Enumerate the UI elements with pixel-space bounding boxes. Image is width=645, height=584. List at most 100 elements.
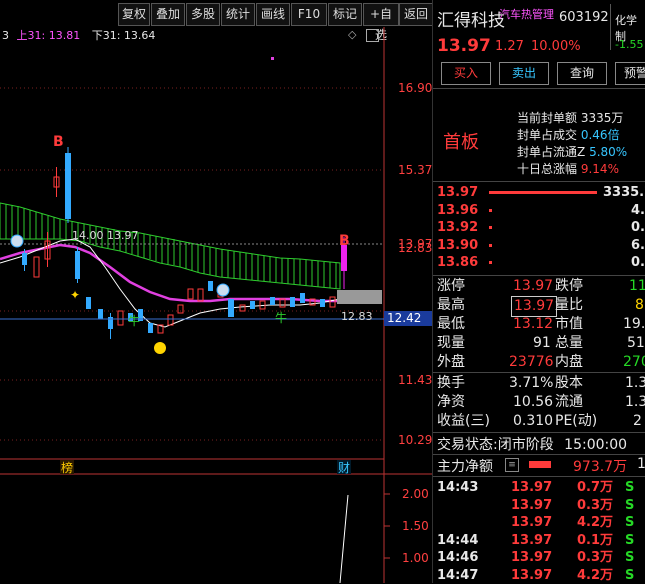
sub-indicator-line — [340, 495, 348, 583]
candle — [34, 257, 39, 277]
candle — [270, 297, 275, 305]
sub-label-3: 1.00 — [402, 551, 429, 565]
quote-row: 涨停 13.97 跌停 11 — [433, 277, 645, 296]
bull-icon-2: 牛 — [128, 313, 140, 328]
candle — [300, 293, 305, 303]
small-ma-label: 12.83 — [341, 310, 373, 323]
order-book-row: 13.90 6.7 — [433, 237, 645, 255]
tick-row: 14:46 13.97 0.3万 S — [433, 549, 645, 567]
candles — [22, 147, 347, 339]
tick-row: 14:47 13.97 4.2万 S — [433, 567, 645, 584]
main-flow-row[interactable]: 主力净额 ≡ 973.7万 1 — [433, 456, 645, 476]
toolbar-button-back[interactable]: 返回 — [399, 3, 433, 26]
bull-icon: 牛 — [275, 310, 287, 325]
board-stat-row: 封单占成交 0.46倍 — [517, 127, 627, 144]
price-change: 1.27 — [495, 39, 524, 54]
trade-status-time: 15:00:00 — [564, 437, 627, 453]
list-icon[interactable]: ≡ — [505, 458, 519, 472]
right-panel: 汇得科技 汽车热管理 603192 化学制 -1.55 13.97 1.27 1… — [432, 0, 645, 583]
candle — [208, 281, 213, 291]
candle — [178, 305, 183, 313]
ma-mid-label: 14.00 13.97 — [72, 229, 138, 242]
current-price: 13.97 — [437, 36, 491, 56]
main-flow-tail: 1 — [637, 456, 645, 472]
toolbar-button-f10[interactable]: F10 — [291, 3, 327, 26]
candle — [290, 297, 295, 307]
tick-list: 14:43 13.97 0.7万 S 13.97 0.3万 S 13.97 4.… — [433, 479, 645, 584]
tick-row: 14:43 13.97 0.7万 S — [433, 479, 645, 497]
toolbar-button-mark[interactable]: 标记 — [328, 3, 362, 26]
smile-icon — [154, 342, 166, 354]
y-label-5: 11.43 — [398, 373, 432, 387]
ma-line-magenta — [0, 245, 340, 301]
trade-status-value: 闭市阶段 — [498, 437, 554, 453]
trade-status-label: 交易状态: — [437, 437, 498, 453]
order-book-row: 13.96 4.9 — [433, 202, 645, 220]
candle — [98, 309, 103, 319]
face-icon — [217, 284, 229, 296]
quote-row: 最低 13.12 市值 19. — [433, 315, 645, 334]
quote-row: 净资 10.56 流通 1.3 — [433, 393, 645, 412]
dot-marker — [271, 57, 274, 60]
candle — [240, 305, 245, 311]
price-change-pct: 10.00% — [531, 39, 581, 54]
toolbar-button-stats[interactable]: 统计 — [221, 3, 255, 26]
query-button[interactable]: 查询 — [557, 62, 607, 85]
board-stat-row: 当前封单额 3335万 — [517, 110, 627, 127]
tick-row: 13.97 4.2万 S — [433, 514, 645, 532]
toolbar-button-multi[interactable]: 多股 — [186, 3, 220, 26]
buy-marker-b: B — [53, 134, 64, 150]
candle — [148, 323, 153, 333]
butterfly-icon: ✦ — [70, 288, 80, 302]
candle — [250, 301, 255, 309]
quote-row: 最高 13.97 量比 8 — [433, 296, 645, 315]
candle — [188, 289, 193, 299]
tick-row: 13.97 0.3万 S — [433, 497, 645, 515]
price-row: 13.97 1.27 10.00% — [433, 36, 645, 58]
y-label-1: 16.90 — [398, 81, 432, 95]
y-label-6: 10.29 — [398, 433, 432, 447]
price-box — [337, 290, 382, 304]
buy-button[interactable]: 买入 — [441, 62, 491, 85]
alert-button[interactable]: 预警 — [615, 62, 645, 85]
stock-name: 汇得科技 — [437, 6, 505, 31]
stock-concept[interactable]: 汽车热管理 — [499, 6, 554, 22]
sell-button[interactable]: 卖出 — [499, 62, 549, 85]
candle — [118, 311, 123, 325]
candle — [198, 289, 203, 301]
order-book-row: 13.86 0.4 — [433, 254, 645, 272]
board-stat-row: 十日总涨幅 9.14% — [517, 161, 627, 178]
chart-toolbar: 复权 叠加 多股 统计 画线 F10 标记 +自选 返回 — [0, 0, 432, 27]
order-book: 13.97 3335.7 13.96 4.9 13.92 0.3 13.90 6… — [433, 184, 645, 272]
kline-chart[interactable]: 16.90 15.37 13.97 11.43 10.29 — [0, 27, 432, 583]
main-flow-bar — [529, 461, 551, 468]
board-stats: 当前封单额 3335万 封单占成交 0.46倍 封单占流通Z 5.80% 十日总… — [517, 110, 627, 178]
stock-header: 汇得科技 汽车热管理 603192 化学制 -1.55 — [433, 4, 645, 32]
main-flow-value: 973.7万 — [573, 456, 627, 476]
bottom-tag-right: 财 — [338, 461, 350, 475]
bottom-tag-left: 榜 — [61, 460, 73, 475]
candle — [228, 299, 234, 317]
order-book-row: 13.92 0.3 — [433, 219, 645, 237]
quote-row: 外盘 23776 内盘 270 — [433, 353, 645, 372]
quote-grid: 涨停 13.97 跌停 11 最高 13.97 量比 8 最低 13.12 市值… — [433, 277, 645, 372]
quote-grid-2: 换手 3.71% 股本 1.3 净资 10.56 流通 1.3 收益(三) 0.… — [433, 374, 645, 431]
toolbar-button-add-favorite[interactable]: +自选 — [363, 3, 399, 26]
quote-row: 换手 3.71% 股本 1.3 — [433, 374, 645, 393]
board-stat-row: 封单占流通Z 5.80% — [517, 144, 627, 161]
y-label-4: 12.83 — [398, 241, 432, 255]
toolbar-button-draw[interactable]: 画线 — [256, 3, 290, 26]
ma-line-white — [0, 239, 340, 327]
order-book-row: 13.97 3335.7 — [433, 184, 645, 202]
toolbar-button-overlay[interactable]: 叠加 — [151, 3, 185, 26]
main-flow-label: 主力净额 — [437, 456, 493, 476]
sub-label-2: 1.50 — [402, 519, 429, 533]
candle — [168, 315, 173, 325]
toolbar-button-fuquan[interactable]: 复权 — [118, 3, 150, 26]
trade-status: 交易状态:闭市阶段 15:00:00 — [437, 434, 627, 454]
quote-row: 现量 91 总量 51 — [433, 334, 645, 353]
stock-code: 603192 — [559, 10, 609, 25]
candle — [86, 297, 91, 309]
crosshair-price-label: 12.42 — [384, 311, 434, 326]
board-title: 首板 — [443, 128, 479, 154]
